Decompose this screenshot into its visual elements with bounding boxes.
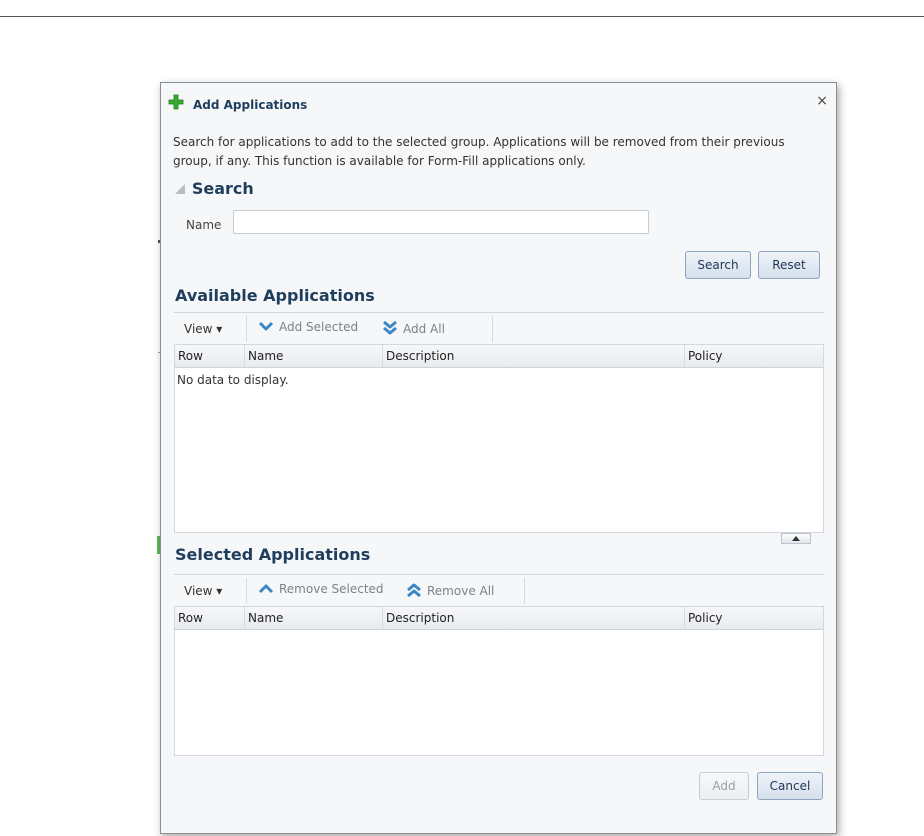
view-menu[interactable]: View ▾ (184, 584, 222, 598)
divider (174, 574, 824, 575)
selected-applications-table: Row Name Description Policy (174, 606, 824, 756)
double-chevron-up-icon (407, 583, 421, 598)
add-selected-button[interactable]: Add Selected (258, 320, 358, 334)
dialog-instructions: Search for applications to add to the se… (173, 135, 785, 168)
column-header-description[interactable]: Description (383, 345, 685, 367)
column-header-row[interactable]: Row (175, 607, 245, 629)
chevron-down-icon (258, 321, 274, 331)
remove-selected-label: Remove Selected (279, 582, 384, 596)
page-top-rule (0, 16, 924, 17)
column-header-description[interactable]: Description (383, 607, 685, 629)
table-header: Row Name Description Policy (175, 345, 823, 368)
search-section-title: Search (191, 179, 254, 198)
column-header-name[interactable]: Name (245, 607, 383, 629)
add-selected-label: Add Selected (279, 320, 359, 334)
search-section-header[interactable]: Search (175, 179, 254, 201)
available-toolbar: View ▾ Add Selected Add All (174, 314, 824, 343)
column-header-policy[interactable]: Policy (685, 607, 823, 629)
add-all-label: Add All (403, 322, 445, 336)
chevron-up-icon (258, 584, 274, 594)
column-header-policy[interactable]: Policy (685, 345, 823, 367)
selected-toolbar: View ▾ Remove Selected Remove All (174, 576, 824, 605)
available-applications-title: Available Applications (175, 286, 375, 305)
remove-all-label: Remove All (427, 584, 495, 598)
view-menu[interactable]: View ▾ (184, 322, 222, 336)
dialog-title: Add Applications (193, 98, 308, 112)
name-label: Name (186, 218, 222, 232)
selected-applications-title: Selected Applications (175, 545, 371, 564)
cancel-button[interactable]: Cancel (757, 772, 823, 800)
toolbar-separator (492, 316, 493, 342)
divider (174, 312, 824, 313)
collapse-triangle-icon[interactable] (175, 183, 185, 194)
remove-all-button[interactable]: Remove All (406, 582, 494, 598)
empty-table-message: No data to display. (177, 373, 289, 387)
toolbar-separator (246, 578, 247, 604)
toolbar-separator (246, 316, 247, 342)
double-chevron-down-icon (383, 320, 397, 335)
name-input[interactable] (233, 210, 649, 234)
search-button[interactable]: Search (685, 251, 751, 279)
available-applications-table: Row Name Description Policy No data to d… (174, 344, 824, 533)
remove-selected-button[interactable]: Remove Selected (258, 582, 384, 596)
dialog-title-bar: Add Applications × (161, 83, 836, 125)
reset-button[interactable]: Reset (758, 251, 820, 279)
column-header-name[interactable]: Name (245, 345, 383, 367)
add-applications-dialog: Add Applications × Search for applicatio… (160, 82, 837, 834)
plus-icon (168, 94, 184, 110)
table-header: Row Name Description Policy (175, 607, 823, 630)
toolbar-separator (524, 578, 525, 604)
add-button[interactable]: Add (699, 772, 749, 800)
splitter-collapse-handle[interactable] (781, 533, 811, 544)
column-header-row[interactable]: Row (175, 345, 245, 367)
close-icon[interactable]: × (816, 94, 828, 108)
add-all-button[interactable]: Add All (382, 320, 445, 336)
